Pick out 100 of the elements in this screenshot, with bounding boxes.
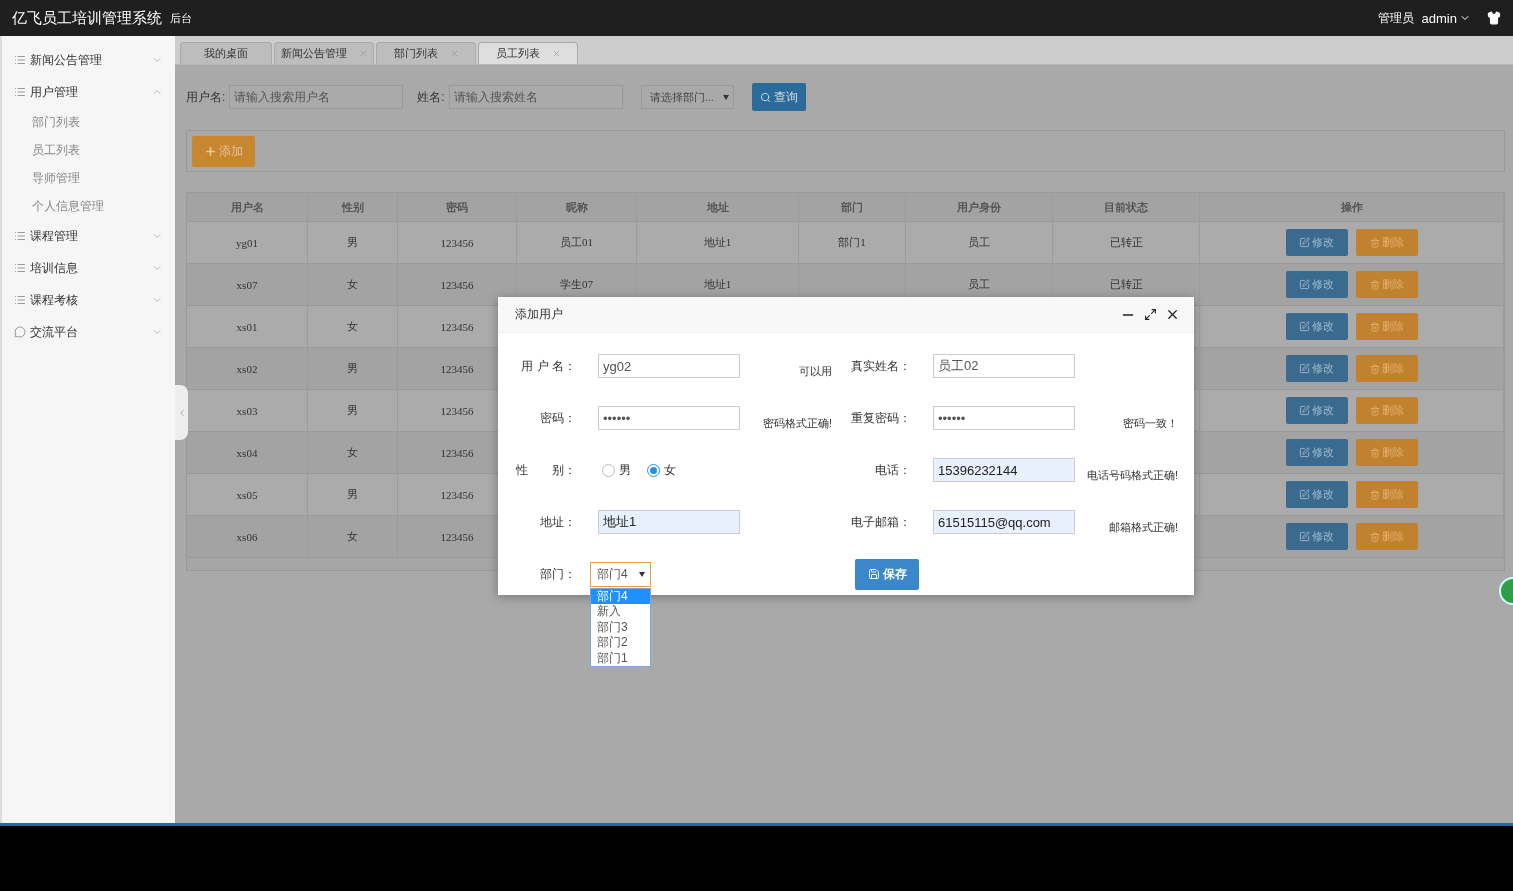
column-header: 密码 [398, 193, 517, 221]
field-label: 用户名: [186, 88, 226, 106]
field-label: 电话： [874, 461, 912, 479]
chat-icon [14, 326, 26, 338]
table-cell: 女 [308, 306, 398, 347]
column-header: 地址 [637, 193, 799, 221]
trash-icon [1369, 279, 1380, 290]
close-icon[interactable] [1165, 307, 1180, 322]
tab[interactable]: 部门列表 [376, 42, 476, 64]
column-header: 用户身份 [906, 193, 1053, 221]
tab[interactable]: 新闻公告管理 [274, 42, 374, 64]
edit-icon [1299, 321, 1310, 332]
edit-icon [1299, 363, 1310, 374]
edit-icon [1299, 237, 1310, 248]
sidebar-subitem[interactable]: 导师管理 [2, 164, 175, 192]
edit-icon [1299, 279, 1310, 290]
validation-hint: 邮箱格式正确! [1107, 520, 1179, 535]
column-header: 用户名 [187, 193, 308, 221]
table-cell: 女 [308, 516, 398, 557]
list-icon [14, 262, 26, 274]
table-cell: xs01 [187, 306, 308, 347]
caret-icon [639, 571, 645, 577]
radio-option[interactable]: 女 [647, 461, 676, 479]
table-cell: 女 [308, 264, 398, 305]
table-cell: 员工 [906, 222, 1053, 263]
trash-icon [1369, 447, 1380, 458]
field-label: 真实姓名： [850, 357, 912, 375]
sidebar-subitem[interactable]: 部门列表 [2, 108, 175, 136]
query-button[interactable]: 查询 [751, 83, 806, 111]
sidebar-subitem[interactable]: 个人信息管理 [2, 192, 175, 220]
table-cell: 男 [308, 390, 398, 431]
column-header: 性别 [308, 193, 398, 221]
list-icon [14, 230, 26, 242]
user-role: 管理员 [1377, 9, 1414, 27]
table-cell: xs06 [187, 516, 308, 557]
input-field[interactable]: 15396232144 [933, 458, 1075, 482]
plus-icon [204, 144, 217, 158]
field-label: 用 户 名： [520, 357, 577, 375]
trash-icon [1369, 531, 1380, 542]
tab[interactable]: 员工列表 [478, 42, 578, 64]
sidebar-subitem[interactable]: 员工列表 [2, 136, 175, 164]
validation-hint: 密码格式正确! [761, 416, 833, 431]
table-cell: 女 [308, 432, 398, 473]
input-field[interactable]: 地址1 [598, 510, 740, 534]
sidebar-item[interactable]: 培训信息 [2, 252, 175, 284]
user-menu[interactable]: admin [1421, 10, 1471, 26]
edit-icon [1299, 531, 1310, 542]
table-cell: 男 [308, 348, 398, 389]
trash-icon [1369, 237, 1380, 248]
department-select[interactable]: 部门4 [590, 561, 651, 587]
app-subtitle: 后台 [170, 10, 192, 26]
sidebar-item[interactable]: 交流平台 [2, 316, 175, 348]
input-field[interactable]: 61515115@qq.com [933, 510, 1075, 534]
table-cell: 男 [308, 222, 398, 263]
column-header: 昵称 [517, 193, 637, 221]
table-cell: 123456 [398, 222, 517, 263]
validation-hint: 电话号码格式正确! [1085, 468, 1179, 483]
edit-icon [1299, 489, 1310, 500]
sidebar-item[interactable]: 课程考核 [2, 284, 175, 316]
trash-icon [1369, 489, 1380, 500]
list-icon [14, 86, 26, 98]
radio-option[interactable]: 男 [602, 461, 631, 479]
sidebar-item[interactable]: 新闻公告管理 [2, 44, 175, 76]
field-label: 重复密码： [850, 409, 912, 427]
name-search-field[interactable]: 请输入搜索姓名 [448, 85, 623, 109]
trash-icon [1369, 363, 1380, 374]
input-field[interactable]: •••••• [598, 406, 740, 430]
caret-icon [722, 94, 729, 100]
tab[interactable]: 我的桌面 [180, 42, 272, 64]
table-cell: 地址1 [637, 222, 799, 263]
input-field[interactable]: •••••• [933, 406, 1075, 430]
table-cell: 已转正 [1053, 222, 1200, 263]
list-icon [14, 54, 26, 66]
column-header: 操作 [1200, 193, 1504, 221]
trash-icon [1369, 405, 1380, 416]
table-cell: 男 [308, 474, 398, 515]
sidebar-item[interactable]: 用户管理 [2, 76, 175, 108]
column-header: 目前状态 [1053, 193, 1200, 221]
field-label: 性 别： [515, 461, 577, 479]
collapse-handle[interactable] [175, 385, 188, 440]
edit-icon [1299, 447, 1310, 458]
table-cell: 部门1 [799, 222, 906, 263]
column-header: 部门 [799, 193, 906, 221]
field-label: 部门： [539, 565, 577, 583]
field-label: 电子邮箱： [850, 513, 912, 531]
shirt-icon[interactable] [1487, 11, 1501, 25]
input-field[interactable]: 员工02 [933, 354, 1075, 378]
username-search-field[interactable]: 请输入搜索用户名 [229, 85, 404, 109]
search-icon [759, 91, 771, 103]
input-field[interactable]: yg02 [598, 354, 740, 378]
app-title: 亿飞员工培训管理系统 [12, 8, 162, 28]
table-cell: xs07 [187, 264, 308, 305]
save-button[interactable]: 保存 [855, 558, 919, 590]
list-icon [14, 294, 26, 306]
table-cell: yg01 [187, 222, 308, 263]
maximize-icon[interactable] [1144, 308, 1157, 321]
field-label: 密码： [539, 409, 577, 427]
sidebar-item[interactable]: 课程管理 [2, 220, 175, 252]
department-select[interactable]: 请选择部门... [640, 85, 734, 109]
validation-hint: 密码一致！ [1122, 416, 1179, 431]
